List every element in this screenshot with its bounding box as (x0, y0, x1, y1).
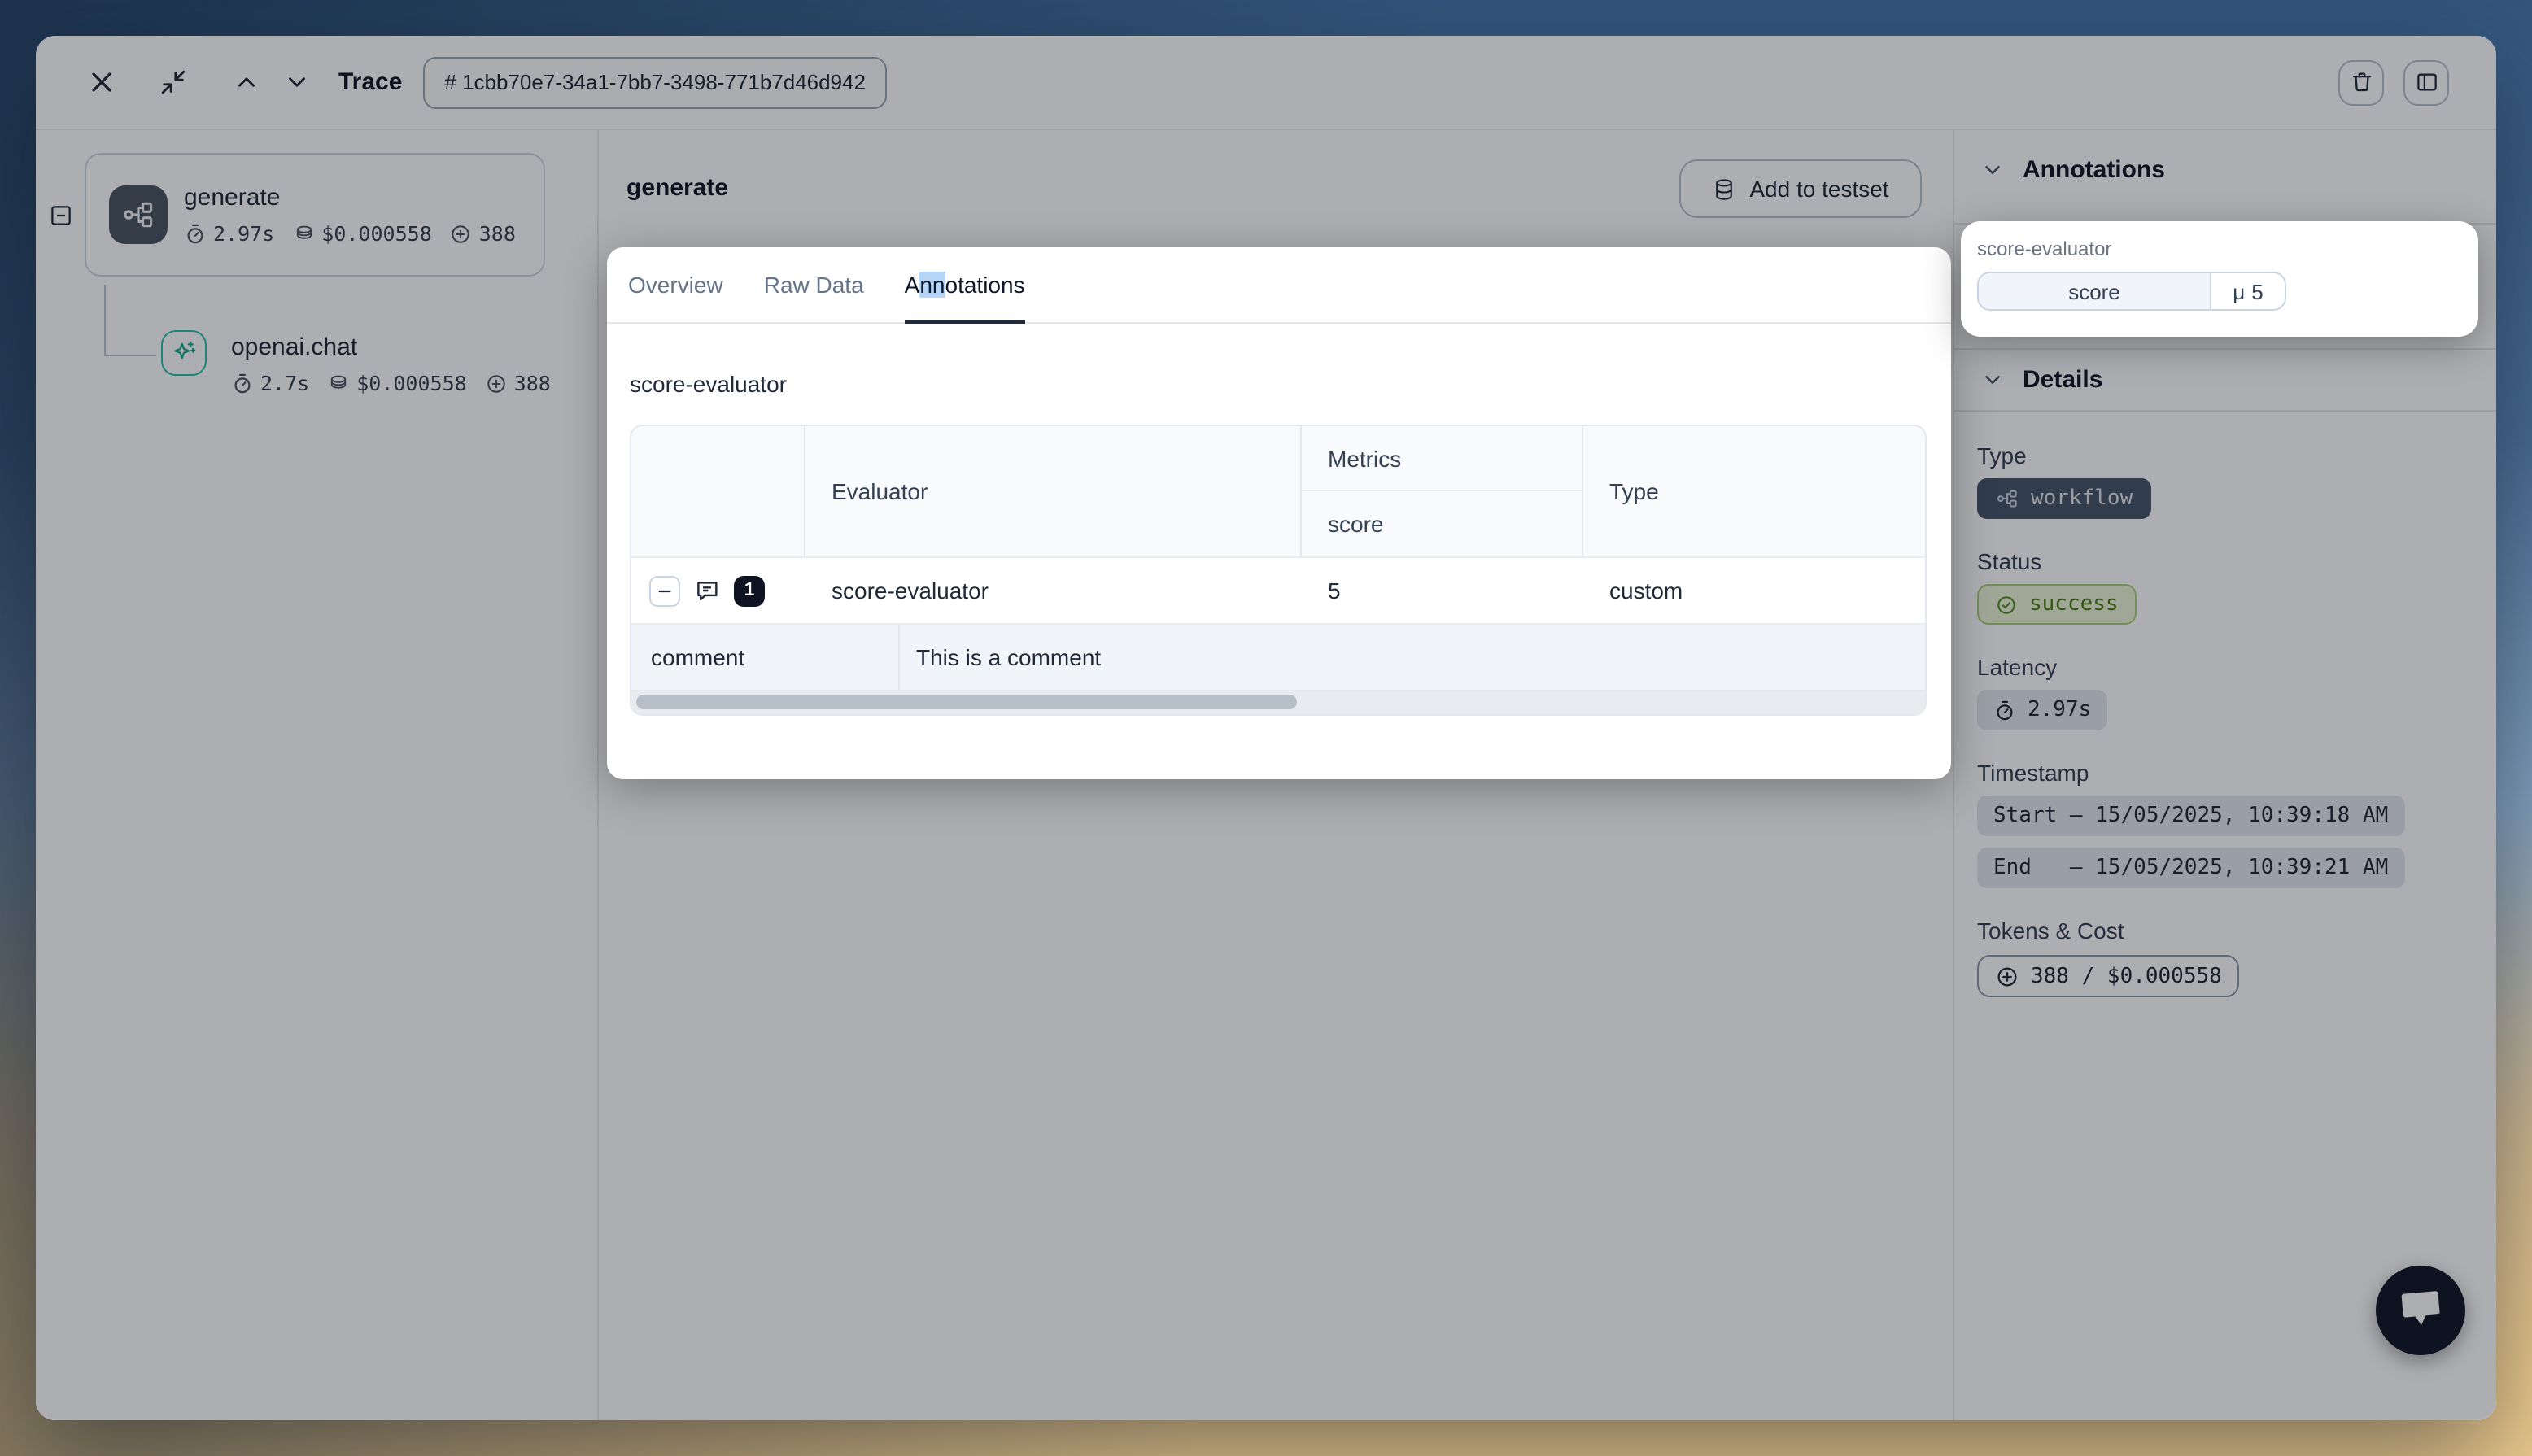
header-cell-type: Type (1583, 426, 1925, 556)
card-evaluator-label: score-evaluator (1977, 238, 2462, 260)
cell-score: 5 (1302, 558, 1583, 623)
header-cell-evaluator: Evaluator (805, 426, 1302, 556)
header-cell-score: score (1302, 491, 1583, 556)
table-header: Evaluator Metrics score Type (631, 426, 1925, 556)
comment-value: This is a comment (900, 625, 1925, 690)
tab-raw-data[interactable]: Raw Data (764, 247, 864, 322)
cell-type: custom (1583, 558, 1925, 623)
comment-icon[interactable] (693, 577, 721, 604)
comment-row: comment This is a comment (631, 623, 1925, 690)
comment-count-badge[interactable]: 1 (734, 575, 765, 606)
span-tabs: Overview Raw Data Annotations (607, 247, 1951, 324)
trace-drawer: Trace # 1cbb70e7-34a1-7bb7-3498-771b7d46… (36, 36, 2496, 1420)
score-metric-pill: score μ 5 (1977, 272, 2286, 311)
mean-value: 5 (2251, 279, 2263, 303)
row-controls: 1 (631, 558, 805, 623)
scrollbar-thumb[interactable] (636, 695, 1297, 709)
tab-annotations[interactable]: Annotations (905, 247, 1025, 322)
horizontal-scrollbar[interactable] (631, 690, 1925, 714)
cell-evaluator: score-evaluator (805, 558, 1302, 623)
table-row[interactable]: 1 score-evaluator 5 custom (631, 556, 1925, 623)
metric-name-segment[interactable]: score (1979, 273, 2211, 309)
text-selection: nn (919, 272, 945, 298)
metric-mean-segment[interactable]: μ 5 (2211, 273, 2285, 309)
annotations-content: score-evaluator Evaluator Metrics score … (607, 371, 1951, 716)
comment-key: comment (631, 625, 900, 690)
score-evaluator-card: score-evaluator score μ 5 (1961, 221, 2478, 337)
tab-overview[interactable]: Overview (628, 247, 723, 322)
evaluator-section-title: score-evaluator (630, 371, 1928, 397)
header-cell-metrics: Metrics (1302, 426, 1583, 491)
header-cell-empty (631, 426, 805, 556)
screen: Trace # 1cbb70e7-34a1-7bb7-3498-771b7d46… (0, 0, 2532, 1456)
annotations-table: Evaluator Metrics score Type (630, 425, 1927, 716)
mu-symbol: μ (2233, 279, 2245, 303)
collapse-row-icon[interactable] (649, 575, 680, 606)
annotations-tab-panel: Overview Raw Data Annotations score-eval… (607, 247, 1951, 779)
